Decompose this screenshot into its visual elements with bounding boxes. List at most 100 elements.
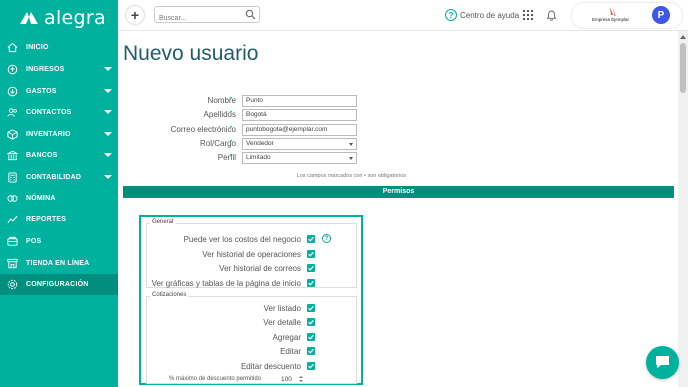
sidebar-item-label: INVENTARIO (26, 131, 71, 138)
field-label: Perfil (217, 153, 236, 162)
required-marker: • (230, 125, 233, 131)
chevron-down-icon (349, 157, 353, 160)
permission-checkbox[interactable] (307, 362, 315, 370)
chevron-down-icon[interactable] (104, 175, 112, 179)
permission-label: Puede ver los costos del negocio (183, 235, 301, 244)
select-field[interactable]: Limitado (242, 152, 357, 164)
form-row: Rol/Cargo • Vendedor (123, 138, 419, 150)
sidebar-item-inventario[interactable]: INVENTARIO (0, 124, 118, 145)
permission-label: Ver historial de correos (219, 264, 301, 273)
chevron-down-icon[interactable] (104, 67, 112, 71)
company-name: Empresa Ejemplar (592, 17, 630, 22)
permission-row: Editar descuento (147, 361, 358, 373)
search-icon[interactable] (245, 9, 256, 20)
text-field[interactable]: Punto (242, 95, 357, 107)
sidebar-item-label: REPORTES (26, 216, 67, 223)
sidebar-item-pos[interactable]: POS (0, 231, 118, 252)
top-bar: + ? Centro de ayuda Empresa Ejemplar P (118, 0, 688, 31)
permission-row: Ver detalle (147, 317, 358, 329)
permission-row: Ver historial de correos (147, 263, 358, 275)
search-input[interactable] (155, 11, 243, 26)
max-discount-label: % máximo de descuento permitido (169, 376, 262, 382)
sidebar-item-label: TIENDA EN LÍNEA (26, 260, 90, 267)
permission-checkbox[interactable] (307, 347, 315, 355)
sidebar-item-gastos[interactable]: GASTOS (0, 81, 118, 102)
bank-icon (6, 150, 18, 162)
store-icon (6, 258, 18, 270)
text-field[interactable]: Bogotá (242, 109, 357, 121)
inventory-icon (6, 129, 18, 141)
sidebar-item-contabilidad[interactable]: CONTABILIDAD (0, 167, 118, 188)
contacts-icon (6, 107, 18, 119)
max-discount-row: % máximo de descuento permitido 100 (141, 374, 352, 384)
required-marker: • (230, 96, 233, 102)
permission-label: Editar descuento (240, 362, 301, 371)
permission-checkbox[interactable] (307, 304, 315, 312)
settings-icon (6, 279, 18, 291)
page-scrollbar[interactable] (678, 31, 688, 387)
help-icon: ? (445, 9, 457, 21)
text-field[interactable]: puntobogota@ejemplar.com (242, 124, 357, 136)
sidebar-item-tienda-en-línea[interactable]: TIENDA EN LÍNEA (0, 253, 118, 274)
company-switcher[interactable]: Empresa Ejemplar P (572, 3, 682, 28)
required-fields-note: Los campos marcados con • son obligatori… (296, 173, 406, 179)
home-icon (6, 42, 18, 54)
sidebar-item-reportes[interactable]: REPORTES (0, 209, 118, 230)
permissions-header: Permisos (123, 186, 674, 198)
permission-checkbox[interactable] (307, 235, 315, 243)
select-field[interactable]: Vendedor (242, 138, 357, 150)
sidebar-item-configuración[interactable]: CONFIGURACIÓN (0, 274, 118, 295)
chevron-down-icon[interactable] (104, 153, 112, 157)
permission-checkbox[interactable] (307, 318, 315, 326)
chevron-down-icon (349, 143, 353, 146)
general-permissions-group: General Puede ver los costos del negocio… (146, 219, 358, 290)
sidebar-item-label: NÓMINA (26, 195, 56, 202)
permission-checkbox[interactable] (307, 250, 315, 258)
form-row: Correo electrónico • puntobogota@ejemplar.… (123, 124, 419, 136)
sidebar-item-inicio[interactable]: INICIO (0, 37, 118, 58)
chevron-down-icon[interactable] (104, 110, 112, 114)
required-marker: • (230, 110, 233, 116)
sidebar-item-contactos[interactable]: CONTACTOS (0, 102, 118, 123)
user-avatar[interactable]: P (652, 6, 670, 24)
sidebar-item-nómina[interactable]: NÓMINA (0, 188, 118, 209)
sidebar-item-label: BANCOS (26, 152, 58, 159)
permission-checkbox[interactable] (307, 279, 315, 287)
notifications-bell-icon[interactable] (546, 10, 557, 21)
chevron-down-icon[interactable] (104, 132, 112, 136)
sidebar-item-label: INGRESOS (26, 66, 65, 73)
sidebar-item-bancos[interactable]: BANCOS (0, 145, 118, 166)
chat-bubble-icon (656, 356, 669, 369)
sidebar-item-ingresos[interactable]: INGRESOS (0, 59, 118, 80)
chat-support-button[interactable] (646, 346, 679, 379)
permission-row: Agregar (147, 332, 358, 344)
permission-label: Ver listado (263, 304, 301, 313)
number-spinner-icon[interactable] (299, 375, 303, 383)
brand-logo[interactable]: alegra (0, 0, 118, 36)
permission-label: Ver historial de operaciones (202, 250, 301, 259)
search-box (154, 6, 260, 26)
sidebar-item-label: CONFIGURACIÓN (26, 281, 89, 288)
quotes-legend: Cotizaciones (150, 292, 189, 298)
scroll-thumb[interactable] (680, 43, 686, 93)
permission-checkbox[interactable] (307, 333, 315, 341)
apps-grid-icon[interactable] (523, 10, 533, 20)
income-icon (6, 64, 18, 76)
required-marker: • (230, 153, 233, 159)
form-row: Nombre • Punto (123, 95, 419, 107)
required-marker: • (230, 139, 233, 145)
sidebar-item-label: POS (26, 238, 42, 245)
reports-icon (6, 214, 18, 226)
help-icon[interactable]: ? (322, 234, 331, 243)
scroll-up-arrow-icon[interactable] (680, 35, 686, 39)
quick-add-button[interactable]: + (126, 6, 144, 24)
quotes-permissions-group: Cotizaciones Ver listado Ver detalle Agreg… (146, 292, 358, 384)
help-center-link[interactable]: ? Centro de ayuda (445, 9, 519, 21)
permission-label: Agregar (272, 333, 301, 342)
company-logo-icon (610, 7, 616, 16)
permission-checkbox[interactable] (307, 264, 315, 272)
chevron-down-icon[interactable] (104, 89, 112, 93)
field-value: Punto (246, 97, 263, 104)
permission-row: Ver gráficas y tablas de la página de in… (147, 278, 358, 290)
permission-label: Ver gráficas y tablas de la página de in… (151, 279, 301, 288)
